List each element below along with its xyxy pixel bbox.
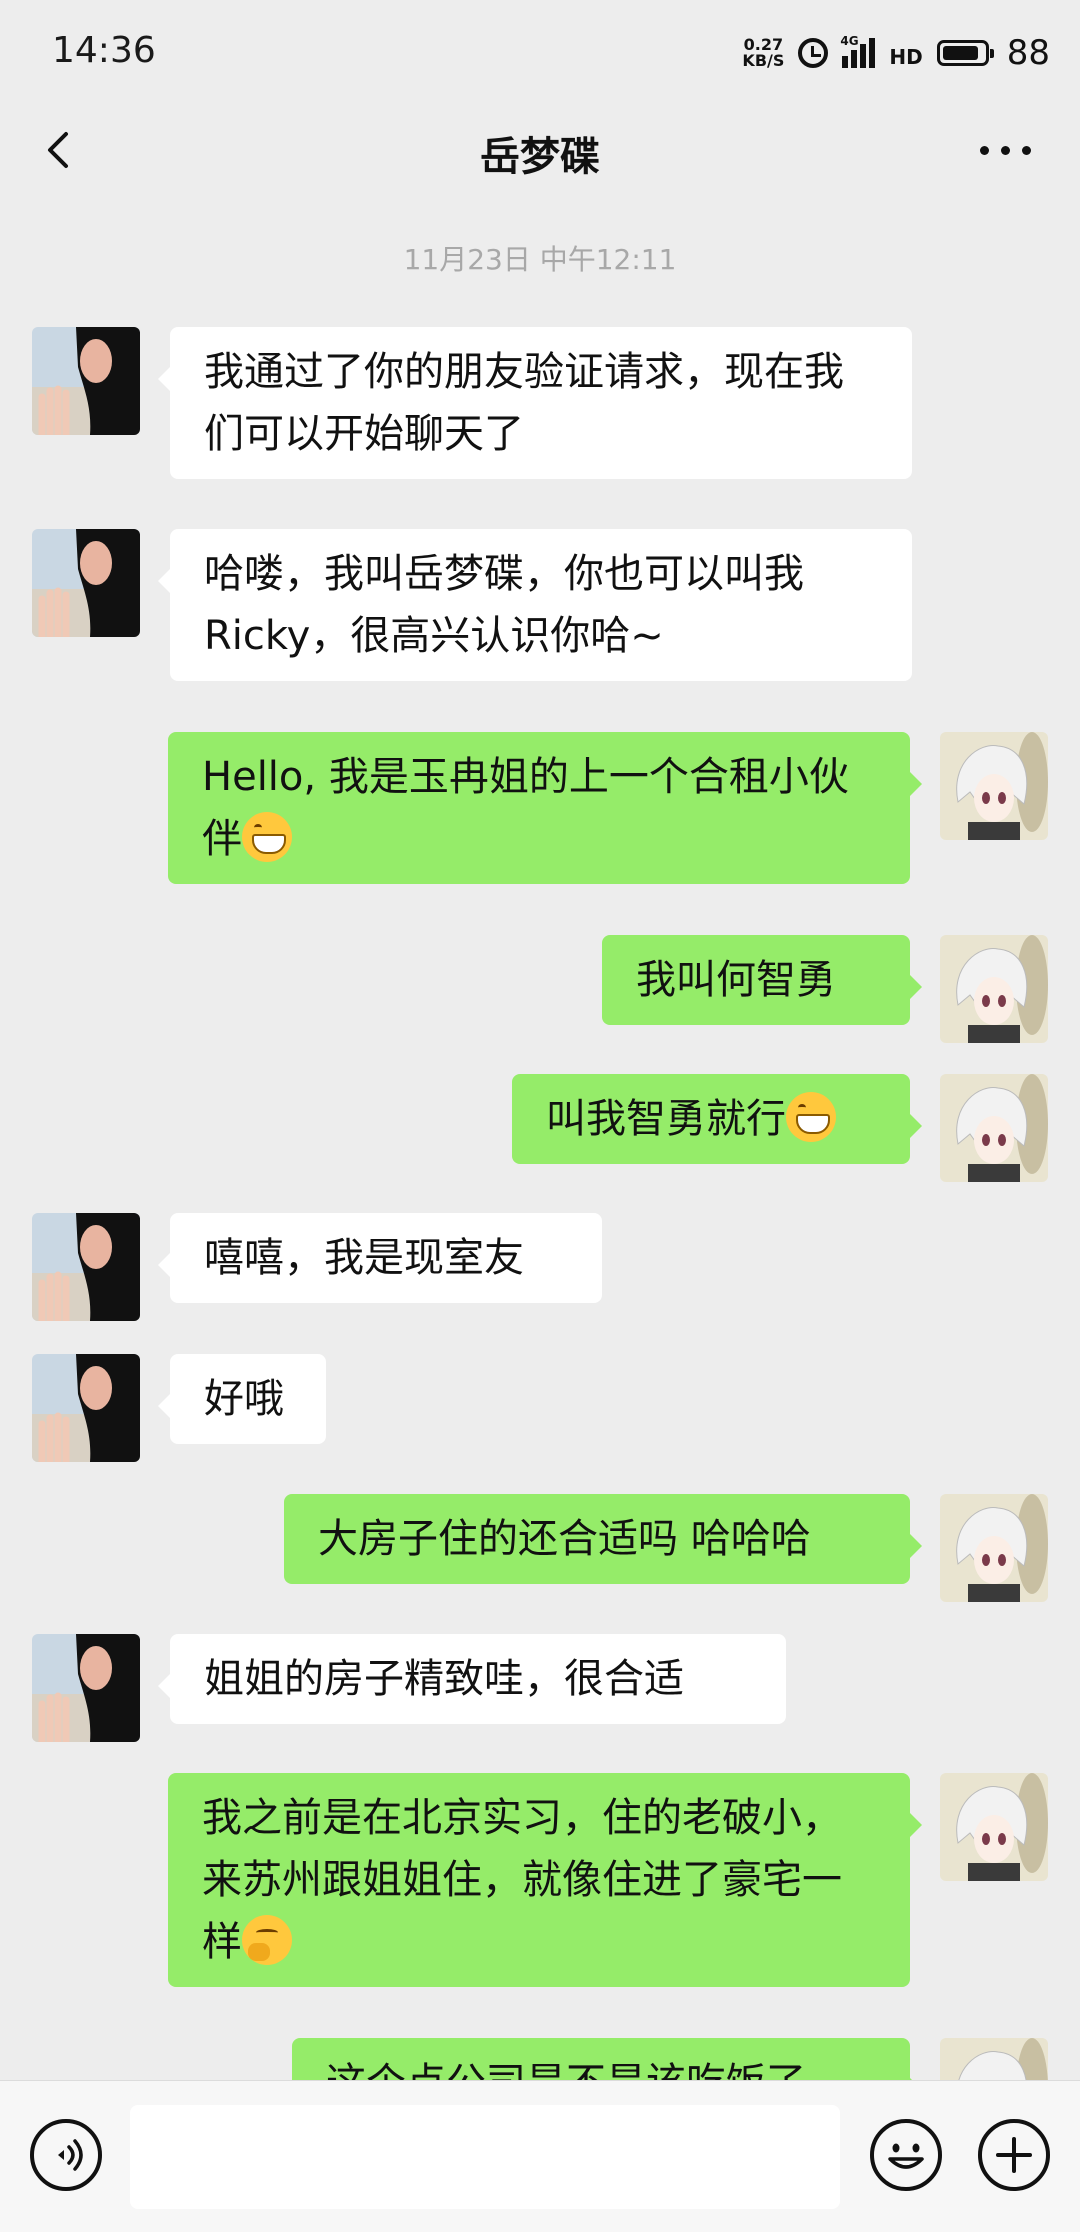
battery-fill (942, 46, 978, 60)
message-text: Hello, 我是玉冉姐的上一个合租小伙伴 (202, 754, 849, 862)
contact-avatar[interactable] (32, 327, 140, 435)
my-avatar[interactable] (940, 935, 1048, 1043)
incoming-message-bubble[interactable]: 姐姐的房子精致哇，很合适 (158, 1634, 786, 1724)
my-avatar[interactable] (940, 1074, 1048, 1182)
status-time: 14:36 (52, 30, 156, 71)
network-speed: 0.27 KB/S (742, 37, 784, 69)
outgoing-message-bubble[interactable]: 我之前是在北京实习，住的老破小，来苏州跟姐姐住，就像住进了豪宅一样 (168, 1773, 922, 1987)
contact-avatar[interactable] (32, 529, 140, 637)
battery-icon (936, 40, 994, 66)
my-avatar[interactable] (940, 732, 1048, 840)
thinking-emoji-icon (242, 1915, 292, 1965)
message-text: 叫我智勇就行 (546, 1096, 786, 1142)
plus-icon[interactable] (978, 2119, 1050, 2191)
message-text: 我之前是在北京实习，住的老破小，来苏州跟姐姐住，就像住进了豪宅一样 (202, 1795, 842, 1965)
message-list[interactable]: 11月23日 中午12:11 我通过了你的朋友验证请求，现在我们可以开始聊天了 … (0, 230, 1080, 2080)
status-icons: 0.27 KB/S 4G HD 88 (742, 28, 1050, 78)
my-avatar[interactable] (940, 1494, 1048, 1602)
hd-icon: HD (889, 45, 923, 69)
my-avatar[interactable] (940, 2038, 1048, 2080)
outgoing-message-bubble[interactable]: 大房子住的还合适吗 哈哈哈 (284, 1494, 922, 1584)
chat-title: 岳梦碟 (480, 134, 600, 180)
chat-screen: 14:36 0.27 KB/S 4G HD 88 岳梦碟 11月23日 中午12… (0, 0, 1080, 2232)
network-type-label: 4G (840, 34, 859, 48)
grinning-emoji-icon (242, 812, 292, 862)
smiley-icon[interactable] (870, 2119, 942, 2191)
incoming-message-bubble[interactable]: 好哦 (158, 1354, 326, 1444)
status-bar: 14:36 0.27 KB/S 4G HD 88 (0, 0, 1080, 108)
more-dots-icon[interactable] (980, 136, 1040, 164)
signal-icon: 4G (840, 34, 876, 68)
outgoing-message-bubble[interactable]: 这个点公司是不是该吃饭了 (292, 2038, 922, 2080)
outgoing-message-bubble[interactable]: 叫我智勇就行 (512, 1074, 922, 1164)
message-input[interactable] (130, 2105, 840, 2209)
contact-avatar[interactable] (32, 1634, 140, 1742)
input-bar (0, 2080, 1080, 2232)
grinning-emoji-icon (786, 1092, 836, 1142)
outgoing-message-bubble[interactable]: Hello, 我是玉冉姐的上一个合租小伙伴 (168, 732, 922, 884)
message-timestamp: 11月23日 中午12:11 (403, 243, 677, 276)
my-avatar[interactable] (940, 1773, 1048, 1881)
network-speed-unit: KB/S (742, 51, 785, 70)
incoming-message-bubble[interactable]: 嘻嘻，我是现室友 (158, 1213, 602, 1303)
outgoing-message-bubble[interactable]: 我叫何智勇 (602, 935, 922, 1025)
incoming-message-bubble[interactable]: 哈喽，我叫岳梦碟，你也可以叫我Ricky，很高兴认识你哈~ (158, 529, 912, 681)
incoming-message-bubble[interactable]: 我通过了你的朋友验证请求，现在我们可以开始聊天了 (158, 327, 912, 479)
chat-header: 岳梦碟 (0, 108, 1080, 192)
contact-avatar[interactable] (32, 1354, 140, 1462)
battery-percentage: 88 (1006, 33, 1050, 73)
contact-avatar[interactable] (32, 1213, 140, 1321)
alarm-icon (798, 38, 829, 68)
voice-icon[interactable] (30, 2119, 102, 2191)
